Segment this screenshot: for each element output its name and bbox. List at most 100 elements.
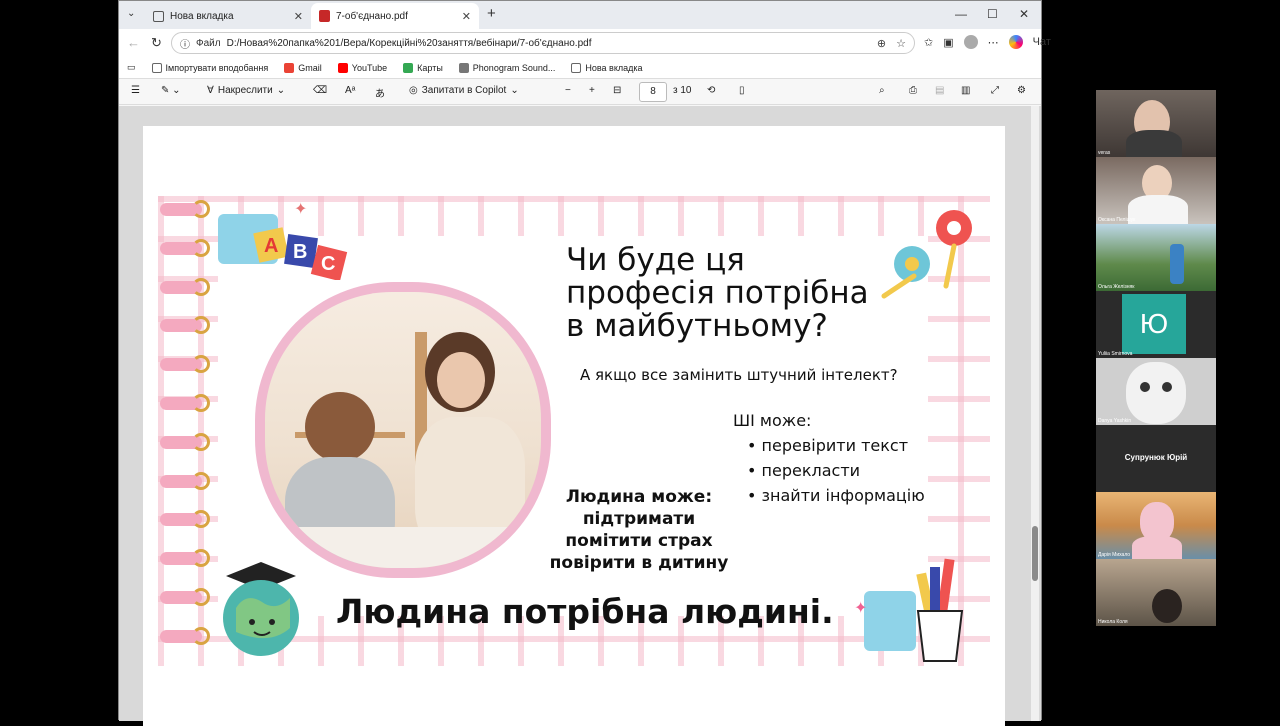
reload-icon[interactable]: ↻ [151,35,162,51]
contents-icon[interactable]: ☰ [131,85,140,96]
abc-letter: A [264,235,278,257]
participant-tile[interactable]: Ю Yuliia Smirnova [1096,291,1216,358]
human-heading: Людина може: [565,487,713,507]
participant-tile[interactable]: Ольга Желізняк [1096,224,1216,291]
pencil-cup-decoration: ✦ [854,558,964,662]
spiral-ring [158,355,212,374]
spiral-ring [158,238,212,257]
address-bar: ← ↻ ⓘ Файл D:/Новая%20папка%201/Вера/Кор… [119,29,1051,57]
save-as-icon[interactable]: ▥ [961,85,970,96]
zoom-icon[interactable]: ⊕ [877,37,886,50]
collections-icon[interactable]: ▣ [943,36,953,49]
ask-copilot-button[interactable]: ◎ Запитати в Copilot ⌄ [409,85,519,96]
title-line: Чи буде ця [566,242,745,278]
fit-page-icon[interactable]: ⊟ [613,85,621,96]
zoom-in-icon[interactable]: + [589,85,595,96]
participant-name: Yuliia Smirnova [1098,351,1133,357]
more-menu-icon[interactable]: ⋯ [988,36,999,49]
eraser-icon[interactable]: ⌫ [313,85,327,96]
bookmark-label: Gmail [298,62,322,73]
pdf-toolbar: ☰ ✎ ⌄ ∀ Накреслити ⌄ ⌫ Aᵃ あ ◎ Запитати в C… [119,79,1041,105]
tab-pdf[interactable]: 7-об'єднано.pdf ✕ [311,3,479,29]
copilot-ask-icon: ◎ [409,85,418,96]
save-icon[interactable]: ▤ [935,85,944,96]
pdf-viewer[interactable]: Чи буде ця професія потрібна в майбутньо… [119,106,1041,726]
favorite-star-icon[interactable]: ☆ [896,37,906,50]
scrollbar-thumb[interactable] [1032,526,1038,581]
settings-gear-icon[interactable]: ⚙ [1017,85,1026,96]
browser-window: ⌄ Нова вкладка ✕ 7-об'єднано.pdf ✕ + — ☐… [118,0,1051,726]
translate-icon[interactable]: あ [375,85,385,100]
participant-tile[interactable]: Дарія Михало [1096,492,1216,559]
maximize-icon[interactable]: ☐ [987,7,998,21]
bookmark-import[interactable]: Імпортувати вподобання [151,62,268,73]
bookmark-youtube[interactable]: YouTube [337,62,387,73]
page-total: з 10 [673,85,692,96]
close-tab-icon[interactable]: ✕ [294,10,303,23]
abc-blocks-decoration: A B C ✦ [218,201,348,280]
slide: Чи буде ця професія потрібна в майбутньо… [158,196,990,666]
gmail-icon [284,62,295,73]
tab-actions-icon[interactable]: ▭ [127,62,136,73]
pdf-icon [319,10,330,22]
file-scheme-label: Файл [196,37,221,49]
participant-name: Супрунюк Юрій [1124,453,1188,462]
participant-tile[interactable]: veras [1096,90,1216,157]
bookmark-gmail[interactable]: Gmail [284,62,322,73]
url-input[interactable]: ⓘ Файл D:/Новая%20папка%201/Вера/Корекці… [171,32,915,54]
close-tab-icon[interactable]: ✕ [462,10,471,23]
slide-title: Чи буде ця професія потрібна в майбутньо… [566,244,869,343]
participant-tile[interactable]: Danya Yashkin [1096,358,1216,425]
abc-letter: B [293,241,307,263]
page-number-input[interactable]: 8 [639,82,667,102]
bookmarks-bar: ▭ Імпортувати вподобання Gmail YouTube К… [119,57,1041,79]
list-item: підтримати [582,509,696,529]
favorites-icon[interactable]: ✩ [924,36,933,49]
tab-label: 7-об'єднано.pdf [336,10,408,22]
text-size-icon[interactable]: Aᵃ [345,85,355,96]
draw-button[interactable]: ∀ Накреслити ⌄ [207,85,285,96]
teacher-child-photo [265,292,541,568]
bookmark-maps[interactable]: Карты [403,62,443,73]
rotate-icon[interactable]: ⟲ [707,85,715,96]
video-participants-panel: veras Оксана Пелішук Ольга Желізняк Ю Yu… [1096,90,1216,630]
page-view-icon[interactable]: ▯ [739,85,745,96]
minimize-icon[interactable]: — [955,7,967,21]
participant-tile[interactable]: Супрунюк Юрій [1096,425,1216,492]
fullscreen-icon[interactable]: ⤢ [991,85,999,96]
participant-tile[interactable]: Никола Коля [1096,559,1216,626]
draw-icon: ∀ [207,85,214,96]
print-icon[interactable]: ⎙ [909,85,917,96]
tab-strip: ⌄ Нова вкладка ✕ 7-об'єднано.pdf ✕ + — ☐… [119,1,1041,29]
search-icon[interactable]: ⌕ [879,85,885,96]
copilot-icon[interactable] [1008,35,1023,49]
zoom-out-icon[interactable]: − [565,85,571,96]
chat-label[interactable]: Чат [1033,36,1051,48]
spiral-ring [158,471,212,490]
bookmark-label: Карты [417,62,443,73]
bookmark-new-tab[interactable]: Нова вкладка [571,62,643,73]
svg-text:✦: ✦ [854,600,867,617]
page-icon [153,10,164,22]
tab-list-chevron-icon[interactable]: ⌄ [127,8,135,19]
close-window-icon[interactable]: ✕ [1019,7,1029,21]
copilot-label: Запитати в Copilot [421,85,507,96]
draw-label: Накреслити [217,85,273,96]
slide-conclusion: Людина потрібна людині. [336,592,834,631]
list-item: знайти інформацію [747,483,925,508]
highlight-icon[interactable]: ✎ ⌄ [161,85,181,96]
participant-initial-avatar: Ю [1122,294,1186,354]
info-icon: ⓘ [180,39,190,51]
bookmark-label: Phonogram Sound... [472,62,556,73]
slide-subtitle: А якщо все замінить штучний інтелект? [580,366,898,384]
bookmark-phonogram[interactable]: Phonogram Sound... [458,62,556,73]
tab-new-tab[interactable]: Нова вкладка ✕ [145,3,311,29]
ai-can-block: ШІ може: перевірити текст перекласти зна… [733,408,925,508]
back-arrow-icon[interactable]: ← [127,35,140,50]
list-item: перекласти [747,458,925,483]
spiral-ring [158,432,212,451]
new-tab-button[interactable]: + [487,5,496,22]
profile-avatar[interactable] [963,35,978,49]
participant-tile[interactable]: Оксана Пелішук [1096,157,1216,224]
vertical-scrollbar[interactable] [1031,106,1039,721]
